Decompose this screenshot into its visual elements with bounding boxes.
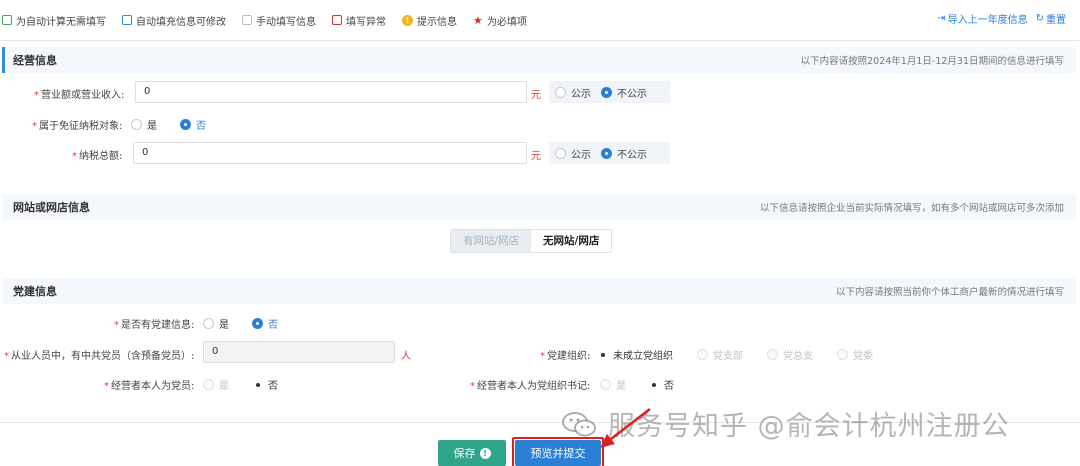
save-button[interactable]: 保存 ! — [438, 440, 506, 466]
warning-icon: ! — [402, 14, 413, 26]
revenue-unit: 元 — [531, 90, 541, 101]
website-section-title: 网站或网店信息 — [13, 201, 90, 214]
import-icon: ⇥ — [937, 13, 946, 24]
green-square-icon — [2, 15, 12, 25]
no-website-tab[interactable]: 无网站/网店 — [531, 230, 612, 252]
revenue-public-radio[interactable]: 公示 — [555, 85, 591, 100]
star-icon: ★ — [473, 13, 483, 27]
red-square-icon — [332, 15, 342, 25]
legend-item-error: 填写异常 — [332, 13, 386, 28]
wechat-logo-icon — [562, 411, 596, 436]
gray-square-icon — [242, 15, 252, 25]
party-section-note: 以下内容请按照当前你个体工商户最新的情况进行填写 — [835, 287, 1064, 298]
has-website-tab[interactable]: 有网站/网店 — [451, 230, 532, 252]
revenue-input[interactable]: 0 — [135, 81, 527, 103]
divider — [0, 40, 1080, 41]
tax-total-label: * 纳税总额: — [72, 151, 123, 162]
operator-member-no-radio[interactable]: 否 — [252, 377, 278, 392]
has-party-no-radio[interactable]: 否 — [252, 316, 278, 331]
operator-secretary-yes-radio[interactable]: 是 — [600, 377, 626, 392]
party-members-unit: 人 — [401, 351, 411, 362]
party-section-header: 党建信息 以下内容请按照当前你个体工商户最新的情况进行填写 — [2, 278, 1076, 304]
party-section-title: 党建信息 — [13, 285, 57, 298]
party-org-committee-radio[interactable]: 党委 — [837, 347, 873, 362]
tax-total-unit: 元 — [531, 151, 541, 162]
tax-exempt-label: * 属于免征纳税对象: — [32, 121, 123, 132]
party-members-label: * 从业人员中，有中共党员（含预备党员）: — [4, 351, 195, 362]
legend-item-tip: ! 提示信息 — [402, 13, 457, 28]
website-section-note: 以下信息请按照企业当前实际情况填写，如有多个网站或网店可多次添加 — [759, 203, 1064, 214]
reset-link[interactable]: ↻ 重置 — [1036, 11, 1066, 26]
party-org-branch-radio[interactable]: 党支部 — [697, 347, 743, 362]
revenue-publicity-group: 公示 不公示 — [549, 81, 670, 103]
tax-total-publicity-group: 公示 不公示 — [549, 142, 670, 164]
legend-item-required: ★ 为必填项 — [473, 13, 527, 28]
party-members-input[interactable]: 0 — [203, 341, 395, 363]
legend-item-manual: 手动填写信息 — [242, 13, 316, 28]
business-section-header: 经营信息 以下内容请按照2024年1月1日-12月31日期间的信息进行填写 — [2, 47, 1076, 73]
has-party-label: * 是否有党建信息: — [114, 320, 195, 331]
operator-member-label: * 经营者本人为党员: — [104, 381, 195, 392]
has-party-yes-radio[interactable]: 是 — [203, 316, 229, 331]
business-section-title: 经营信息 — [13, 54, 57, 67]
tax-exempt-yes-radio[interactable]: 是 — [131, 117, 157, 132]
legend-bar: 为自动计算无需填写 自动填充信息可修改 手动填写信息 填写异常 ! 提示信息 ★… — [2, 10, 543, 30]
operator-secretary-no-radio[interactable]: 否 — [648, 377, 674, 392]
tax-total-public-radio[interactable]: 公示 — [555, 146, 591, 161]
revenue-private-radio[interactable]: 不公示 — [601, 85, 647, 100]
tax-total-input[interactable]: 0 — [133, 142, 527, 164]
red-arrow-icon — [600, 408, 651, 448]
tax-exempt-no-radio[interactable]: 否 — [180, 117, 206, 132]
operator-member-yes-radio[interactable]: 是 — [203, 377, 229, 392]
party-org-label: * 党建组织: — [540, 351, 591, 362]
party-org-none-radio[interactable]: 未成立党组织 — [597, 347, 673, 362]
party-org-general-branch-radio[interactable]: 党总支 — [767, 347, 813, 362]
legend-item-auto-fill: 自动填充信息可修改 — [122, 13, 226, 28]
website-toggle: 有网站/网店 无网站/网店 — [450, 229, 613, 253]
business-section-note: 以下内容请按照2024年1月1日-12月31日期间的信息进行填写 — [800, 56, 1064, 67]
legend-item-auto-calc: 为自动计算无需填写 — [2, 13, 106, 28]
tax-total-private-radio[interactable]: 不公示 — [601, 146, 647, 161]
info-icon: ! — [479, 447, 491, 459]
reset-icon: ↻ — [1035, 13, 1044, 24]
import-last-year-link[interactable]: ⇥ 导入上一年度信息 — [937, 11, 1027, 26]
revenue-label: * 营业额或营业收入: — [34, 90, 125, 101]
top-links: ⇥ 导入上一年度信息 ↻ 重置 — [937, 11, 1066, 26]
website-section-header: 网站或网店信息 以下信息请按照企业当前实际情况填写，如有多个网站或网店可多次添加 — [2, 194, 1076, 220]
operator-secretary-label: * 经营者本人为党组织书记: — [470, 381, 591, 392]
preview-submit-button[interactable]: 预览并提交 — [515, 440, 601, 466]
blue-square-icon — [122, 15, 132, 25]
